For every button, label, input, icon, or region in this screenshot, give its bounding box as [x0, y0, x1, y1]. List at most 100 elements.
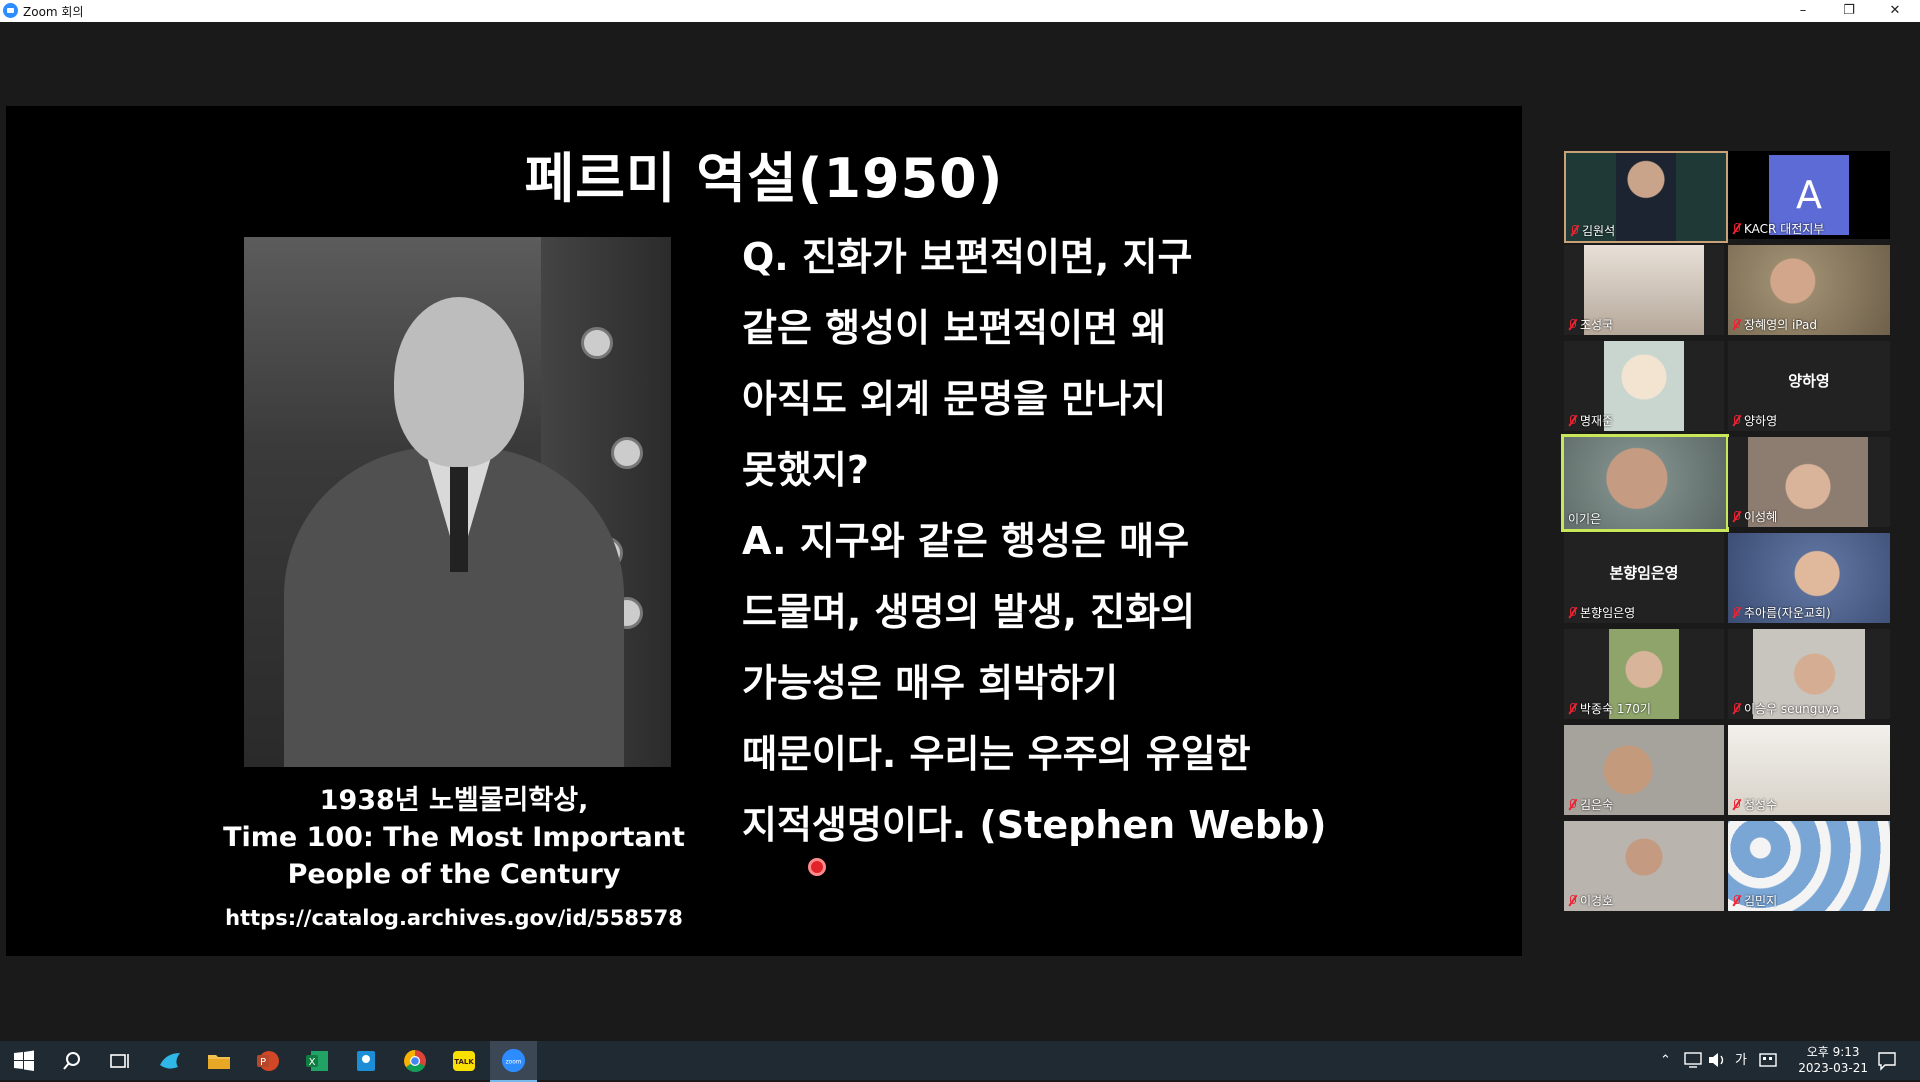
participant-tile[interactable]: 정성수: [1728, 725, 1890, 815]
participant-tile[interactable]: 명재준: [1564, 341, 1724, 431]
muted-mic-icon: [1732, 319, 1741, 330]
participant-tile[interactable]: 이승우 seunguya: [1728, 629, 1890, 719]
muted-mic-icon: [1732, 415, 1741, 426]
photo-head: [394, 297, 524, 467]
qa-text: Q. 진화가 보편적이면, 지구 같은 행성이 보편적이면 왜 아직도 외계 문…: [742, 222, 1462, 861]
photo-knob: [581, 327, 613, 359]
video-thumbnail: [1604, 341, 1684, 431]
network-icon[interactable]: [1682, 1049, 1704, 1071]
participant-tile[interactable]: 추아름(자운교회): [1728, 533, 1890, 623]
chrome-icon[interactable]: [401, 1047, 429, 1075]
shared-slide: 페르미 역설(1950) 1938년 노벨물리학상, Time 100: The…: [6, 106, 1522, 956]
svg-text:P: P: [260, 1057, 266, 1068]
caption-line: Time 100: The Most Important: [223, 822, 685, 853]
excel-icon[interactable]: X: [303, 1047, 331, 1075]
slide-title: 페르미 역설(1950): [524, 147, 1004, 210]
zoom-app-icon: zoom: [501, 1048, 526, 1073]
window-title-bar: Zoom 회의 – ❐ ✕: [0, 0, 1920, 22]
qa-line: 드물며, 생명의 발생, 진화의: [742, 590, 1196, 634]
participant-tile[interactable]: 김은숙: [1564, 725, 1724, 815]
muted-mic-icon: [1568, 319, 1577, 330]
qa-line: 못했지?: [742, 448, 869, 492]
qa-line: Q. 진화가 보편적이면, 지구: [742, 235, 1193, 279]
participant-tile[interactable]: 장혜영의 iPad: [1728, 245, 1890, 335]
participant-tile-active-speaker[interactable]: 이기은: [1561, 434, 1729, 532]
participant-tile[interactable]: 김원석: [1564, 151, 1728, 243]
video-thumbnail: [1616, 153, 1676, 241]
keyboard-icon[interactable]: [1758, 1050, 1778, 1070]
qa-line: 같은 행성이 보편적이면 왜: [742, 306, 1167, 350]
muted-mic-icon: [1732, 895, 1741, 906]
kakaotalk-icon[interactable]: TALK: [450, 1047, 478, 1075]
participant-name: KACR 대전지부: [1732, 220, 1824, 237]
minimize-button[interactable]: –: [1780, 0, 1826, 22]
participant-name: 이경호: [1568, 892, 1613, 909]
windows-start-icon[interactable]: [10, 1047, 38, 1075]
participant-tile[interactable]: 이경호: [1564, 821, 1724, 911]
photo-knob: [611, 437, 643, 469]
muted-mic-icon: [1732, 703, 1741, 714]
participant-name: 명재준: [1568, 412, 1613, 429]
muted-mic-icon: [1732, 607, 1741, 618]
search-icon[interactable]: [58, 1047, 86, 1075]
laser-pointer-icon: [808, 858, 826, 876]
ime-indicator[interactable]: 가: [1735, 1041, 1747, 1080]
windows-taskbar: P X TALK zoom ⌃ 가 오후 9:13 2023-03-21: [0, 1041, 1920, 1082]
tray-show-hidden-icon[interactable]: ⌃: [1660, 1041, 1671, 1080]
participant-name: 박종숙 170기: [1568, 700, 1651, 717]
clock-time: 오후 9:13: [1806, 1045, 1860, 1059]
muted-mic-icon: [1568, 895, 1577, 906]
svg-text:zoom: zoom: [506, 1059, 522, 1065]
participant-name: 이기은: [1568, 512, 1602, 526]
participant-display-name: 본향임은영: [1609, 564, 1679, 582]
muted-mic-icon: [1568, 415, 1577, 426]
participant-name: 김원석: [1570, 222, 1615, 239]
participant-display-name: 양하영: [1788, 372, 1830, 390]
participant-tile[interactable]: 본향임은영 본향임은영: [1564, 533, 1724, 623]
participant-name: 정성수: [1732, 796, 1777, 813]
participant-name: 김은숙: [1568, 796, 1613, 813]
qa-line: 가능성은 매우 희박하기: [742, 661, 1119, 705]
notification-icon[interactable]: [1876, 1050, 1898, 1072]
powerpoint-icon[interactable]: P: [254, 1047, 282, 1075]
photo-tie: [450, 462, 468, 572]
zoom-logo-icon: [3, 3, 18, 18]
file-explorer-icon[interactable]: [205, 1047, 233, 1075]
zoom-taskbar-item-active[interactable]: zoom: [490, 1041, 537, 1082]
qa-line: A. 지구와 같은 행성은 매우: [742, 519, 1190, 563]
participant-name: 조성국: [1568, 316, 1613, 333]
participant-tile[interactable]: A KACR 대전지부: [1728, 151, 1890, 239]
participant-name: 장혜영의 iPad: [1732, 316, 1817, 333]
task-view-icon[interactable]: [106, 1047, 134, 1075]
participant-name: 양하영: [1732, 412, 1777, 429]
svg-text:X: X: [309, 1057, 316, 1068]
photo-caption: 1938년 노벨물리학상, Time 100: The Most Importa…: [194, 782, 714, 893]
window-title: Zoom 회의: [23, 5, 84, 19]
caption-line: 1938년 노벨물리학상,: [319, 785, 589, 816]
muted-mic-icon: [1732, 799, 1741, 810]
app-icon[interactable]: [352, 1047, 380, 1075]
bird-app-icon[interactable]: [156, 1047, 184, 1075]
muted-mic-icon: [1568, 799, 1577, 810]
participant-name: 본향임은영: [1568, 604, 1635, 621]
muted-mic-icon: [1732, 511, 1741, 522]
participant-tile[interactable]: 조성국: [1564, 245, 1724, 335]
participant-tile[interactable]: 이성혜: [1728, 437, 1890, 527]
restore-button[interactable]: ❐: [1826, 0, 1872, 22]
muted-mic-icon: [1568, 703, 1577, 714]
muted-mic-icon: [1570, 225, 1579, 236]
participant-name: 김민지: [1732, 892, 1777, 909]
fermi-photo: [244, 237, 671, 767]
muted-mic-icon: [1732, 223, 1741, 234]
qa-line: 지적생명이다. (Stephen Webb): [742, 803, 1327, 847]
participant-name: 이승우 seunguya: [1732, 700, 1839, 717]
participant-tile[interactable]: 양하영 양하영: [1728, 341, 1890, 431]
system-clock[interactable]: 오후 9:13 2023-03-21: [1798, 1044, 1868, 1076]
source-url: https://catalog.archives.gov/id/558578: [225, 906, 683, 930]
participant-tile[interactable]: 박종숙 170기: [1564, 629, 1724, 719]
muted-mic-icon: [1568, 607, 1577, 618]
volume-icon[interactable]: [1706, 1049, 1728, 1071]
participant-tile[interactable]: 김민지: [1728, 821, 1890, 911]
qa-line: 아직도 외계 문명을 만나지: [742, 377, 1167, 421]
close-button[interactable]: ✕: [1872, 0, 1918, 22]
